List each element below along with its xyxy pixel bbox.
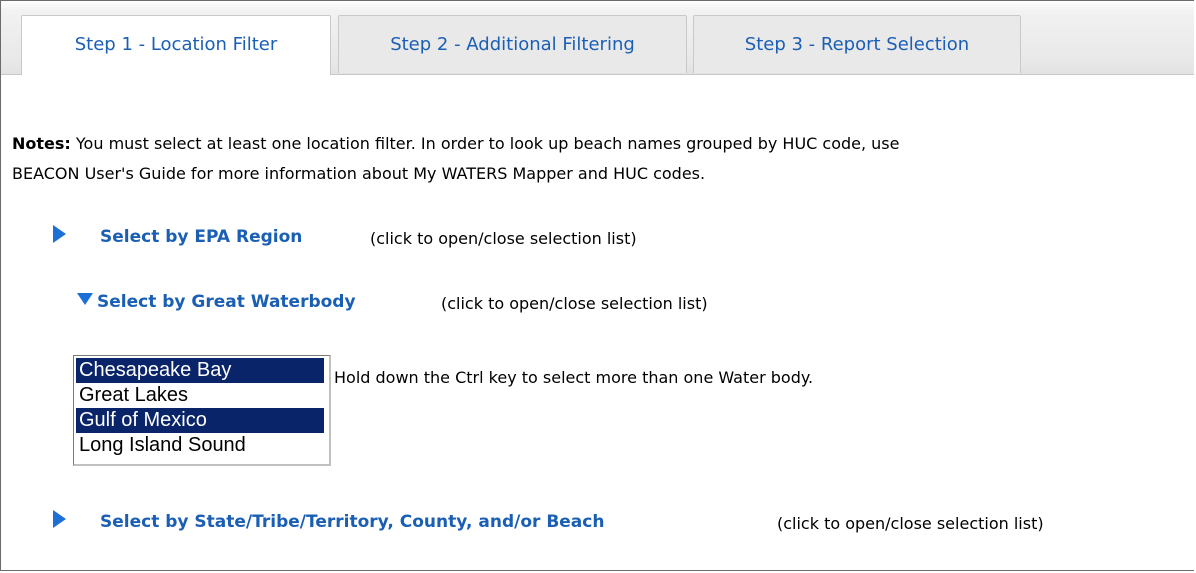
tab-report-selection[interactable]: Step 3 - Report Selection bbox=[693, 15, 1021, 73]
triangle-right-icon[interactable] bbox=[53, 225, 66, 243]
tab-additional-filtering[interactable]: Step 2 - Additional Filtering bbox=[338, 15, 687, 73]
triangle-right-icon[interactable] bbox=[53, 510, 66, 528]
state-tribe-hint: (click to open/close selection list) bbox=[777, 514, 1044, 533]
great-waterbody-hint: (click to open/close selection list) bbox=[441, 294, 708, 313]
notes-line-2: BEACON User's Guide for more information… bbox=[12, 164, 706, 183]
epa-region-toggle-link[interactable]: Select by EPA Region bbox=[100, 227, 302, 247]
tab-bar: Step 1 - Location Filter Step 2 - Additi… bbox=[1, 1, 1194, 75]
tab-location-filter[interactable]: Step 1 - Location Filter bbox=[21, 15, 331, 75]
option-long-island-sound[interactable]: Long Island Sound bbox=[76, 433, 324, 458]
notes-label: Notes: bbox=[12, 134, 71, 153]
option-gulf-of-mexico[interactable]: Gulf of Mexico bbox=[76, 408, 324, 433]
notes-text: Notes: You must select at least one loca… bbox=[12, 129, 1194, 189]
notes-line-1: Notes: You must select at least one loca… bbox=[12, 129, 1194, 159]
state-tribe-toggle-link[interactable]: Select by State/Tribe/Territory, County,… bbox=[100, 512, 604, 532]
epa-region-hint: (click to open/close selection list) bbox=[370, 229, 637, 248]
waterbody-select-list[interactable]: Chesapeake Bay Great Lakes Gulf of Mexic… bbox=[73, 355, 331, 466]
page-frame: Step 1 - Location Filter Step 2 - Additi… bbox=[0, 0, 1194, 571]
triangle-down-icon[interactable] bbox=[77, 293, 93, 305]
option-chesapeake-bay[interactable]: Chesapeake Bay bbox=[76, 358, 324, 383]
waterbody-ctrl-instruction: Hold down the Ctrl key to select more th… bbox=[334, 368, 814, 387]
notes-line-1-text: You must select at least one location fi… bbox=[70, 134, 900, 153]
great-waterbody-toggle-link[interactable]: Select by Great Waterbody bbox=[97, 292, 356, 312]
option-great-lakes[interactable]: Great Lakes bbox=[76, 383, 324, 408]
